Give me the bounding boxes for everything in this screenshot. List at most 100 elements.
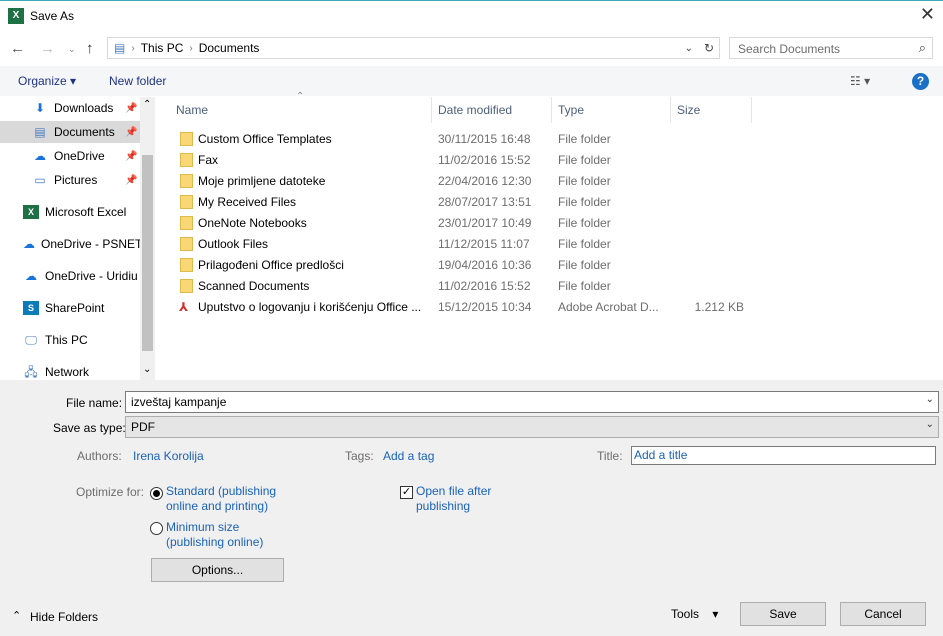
close-button[interactable]: ✕ [920,4,935,25]
file-row[interactable]: Custom Office Templates 30/11/2015 16:48 F… [172,128,772,149]
file-row[interactable]: OneNote Notebooks 23/01/2017 10:49 File fo… [172,212,772,233]
search-input[interactable]: Search Documents ⌕ [729,37,933,59]
file-date: 30/11/2015 16:48 [438,132,531,146]
file-row[interactable]: Fax 11/02/2016 15:52 File folder [172,149,772,170]
sharepoint-icon: S [23,301,39,315]
file-row[interactable]: Scanned Documents 11/02/2016 15:52 File fo… [172,275,772,296]
chevron-down-icon: ⌄ [925,394,934,405]
file-type: Adobe Acrobat D... [558,300,659,314]
chevron-up-icon[interactable]: ⌃ [12,609,21,622]
sidebar-item-onedrive-psnet[interactable]: ☁ OneDrive - PSNET [0,233,142,255]
organize-button[interactable]: Organize ▾ [18,74,76,88]
file-type: File folder [558,132,611,146]
file-type: File folder [558,216,611,230]
view-options-icon[interactable]: ☷ ▾ [850,74,870,88]
save-button[interactable]: Save [740,602,826,626]
sidebar-item-sharepoint[interactable]: S SharePoint [0,297,140,319]
onedrive-cloud-icon: ☁ [23,237,35,251]
folder-icon [180,237,193,251]
sidebar-item-network[interactable]: 🖧 Network [0,361,140,380]
column-name[interactable]: Name [170,97,432,123]
file-name-input[interactable]: izveštaj kampanje ⌄ [125,391,939,413]
onedrive-cloud-icon: ☁ [34,149,46,163]
minimum-size-option-label[interactable]: Minimum size (publishing online) [166,520,276,550]
file-row[interactable]: Prilagođeni Office predlošci 19/04/2016 1… [172,254,772,275]
authors-field[interactable]: Irena Korolija [133,449,204,464]
file-date: 28/07/2017 13:51 [438,195,532,209]
cancel-button[interactable]: Cancel [840,602,926,626]
sidebar-item-onedrive[interactable]: ☁ OneDrive 📌 [0,145,140,167]
scroll-down-icon[interactable]: ⌄ [143,364,151,375]
folder-icon [180,153,193,167]
file-type: File folder [558,258,611,272]
file-date: 11/12/2015 11:07 [438,237,530,251]
file-row[interactable]: Outlook Files 11/12/2015 11:07 File folder [172,233,772,254]
title-input[interactable]: Add a title [631,446,936,465]
column-size[interactable]: Size [671,97,752,123]
tools-button[interactable]: Tools ▾ [671,607,718,621]
file-name: OneNote Notebooks [198,216,307,230]
sidebar-item-downloads[interactable]: ⬇ Downloads 📌 [0,97,140,119]
sidebar-item-pictures[interactable]: ▭ Pictures 📌 [0,169,140,191]
breadcrumb-documents[interactable]: Documents [199,41,260,55]
chevron-down-icon: ⌄ [925,419,934,430]
save-as-type-label: Save as type: [53,421,126,435]
file-row[interactable]: ⅄ Uputstvo o logovanju i korišćenju Offic… [172,296,772,317]
sidebar-item-this-pc[interactable]: 🖵 This PC [0,329,140,351]
forward-button[interactable]: → [40,40,55,57]
pdf-icon: ⅄ [179,300,189,314]
column-type[interactable]: Type [552,97,671,123]
new-folder-button[interactable]: New folder [109,74,166,88]
scroll-up-icon[interactable]: ⌃ [143,99,151,110]
recent-locations-button[interactable]: ⌄ [68,44,76,55]
pictures-icon: ▭ [34,173,46,187]
hide-folders-button[interactable]: Hide Folders [30,610,98,624]
tags-field[interactable]: Add a tag [383,449,434,464]
excel-icon: X [23,205,39,219]
help-icon[interactable]: ? [912,73,929,90]
file-date: 19/04/2016 10:36 [438,258,532,272]
file-name: Moje primljene datoteke [198,174,326,188]
breadcrumb-this-pc[interactable]: This PC [141,41,184,55]
file-name: Outlook Files [198,237,269,251]
file-row[interactable]: Moje primljene datoteke 22/04/2016 12:30 F… [172,170,772,191]
options-button[interactable]: Options... [151,558,284,582]
file-row[interactable]: My Received Files 28/07/2017 13:51 File fo… [172,191,772,212]
sidebar-item-microsoft-excel[interactable]: X Microsoft Excel [0,201,140,223]
file-date: 22/04/2016 12:30 [438,174,532,188]
back-button[interactable]: ← [10,40,25,57]
file-date: 11/02/2016 15:52 [438,153,531,167]
standard-radio[interactable] [150,487,163,500]
file-type: File folder [558,153,611,167]
documents-icon: ▤ [114,41,126,55]
download-arrow-icon: ⬇ [34,101,46,115]
pin-icon: 📌 [125,126,138,138]
save-as-type-select[interactable]: PDF ⌄ [125,416,939,438]
search-icon: ⌕ [918,40,926,55]
open-after-checkbox[interactable]: ✓ [400,486,413,499]
refresh-icon[interactable]: ↻ [704,41,714,55]
pin-icon: 📌 [125,174,138,186]
excel-icon: X [8,8,24,24]
computer-icon: 🖵 [25,333,37,347]
up-button[interactable]: ↑ [86,40,94,57]
pin-icon: 📌 [125,150,138,162]
file-name: My Received Files [198,195,297,209]
file-date: 11/02/2016 15:52 [438,279,531,293]
documents-icon: ▤ [34,125,46,139]
search-placeholder: Search Documents [738,42,841,56]
minimum-size-radio[interactable] [150,522,163,535]
file-name: Custom Office Templates [198,132,332,146]
address-bar[interactable]: ▤ › This PC › Documents ⌄ ↻ [107,37,720,59]
sidebar-item-onedrive-uridiu[interactable]: ☁ OneDrive - Uridiu [0,265,140,287]
standard-option-label[interactable]: Standard (publishing online and printing… [166,484,286,514]
open-after-label[interactable]: Open file after publishing [416,484,506,514]
navigation-pane: ⬇ Downloads 📌 ▤ Documents 📌 ☁ OneDrive 📌 ▭ Pict… [0,97,155,380]
column-date-modified[interactable]: Date modified [432,97,552,123]
file-name: Uputstvo o logovanju i korišćenju Office… [198,300,422,314]
folder-icon [180,279,193,293]
scrollbar-thumb[interactable] [142,155,153,351]
chevron-down-icon[interactable]: ⌄ [685,43,693,54]
sidebar-item-documents[interactable]: ▤ Documents 📌 [0,121,140,143]
file-type: File folder [558,237,611,251]
